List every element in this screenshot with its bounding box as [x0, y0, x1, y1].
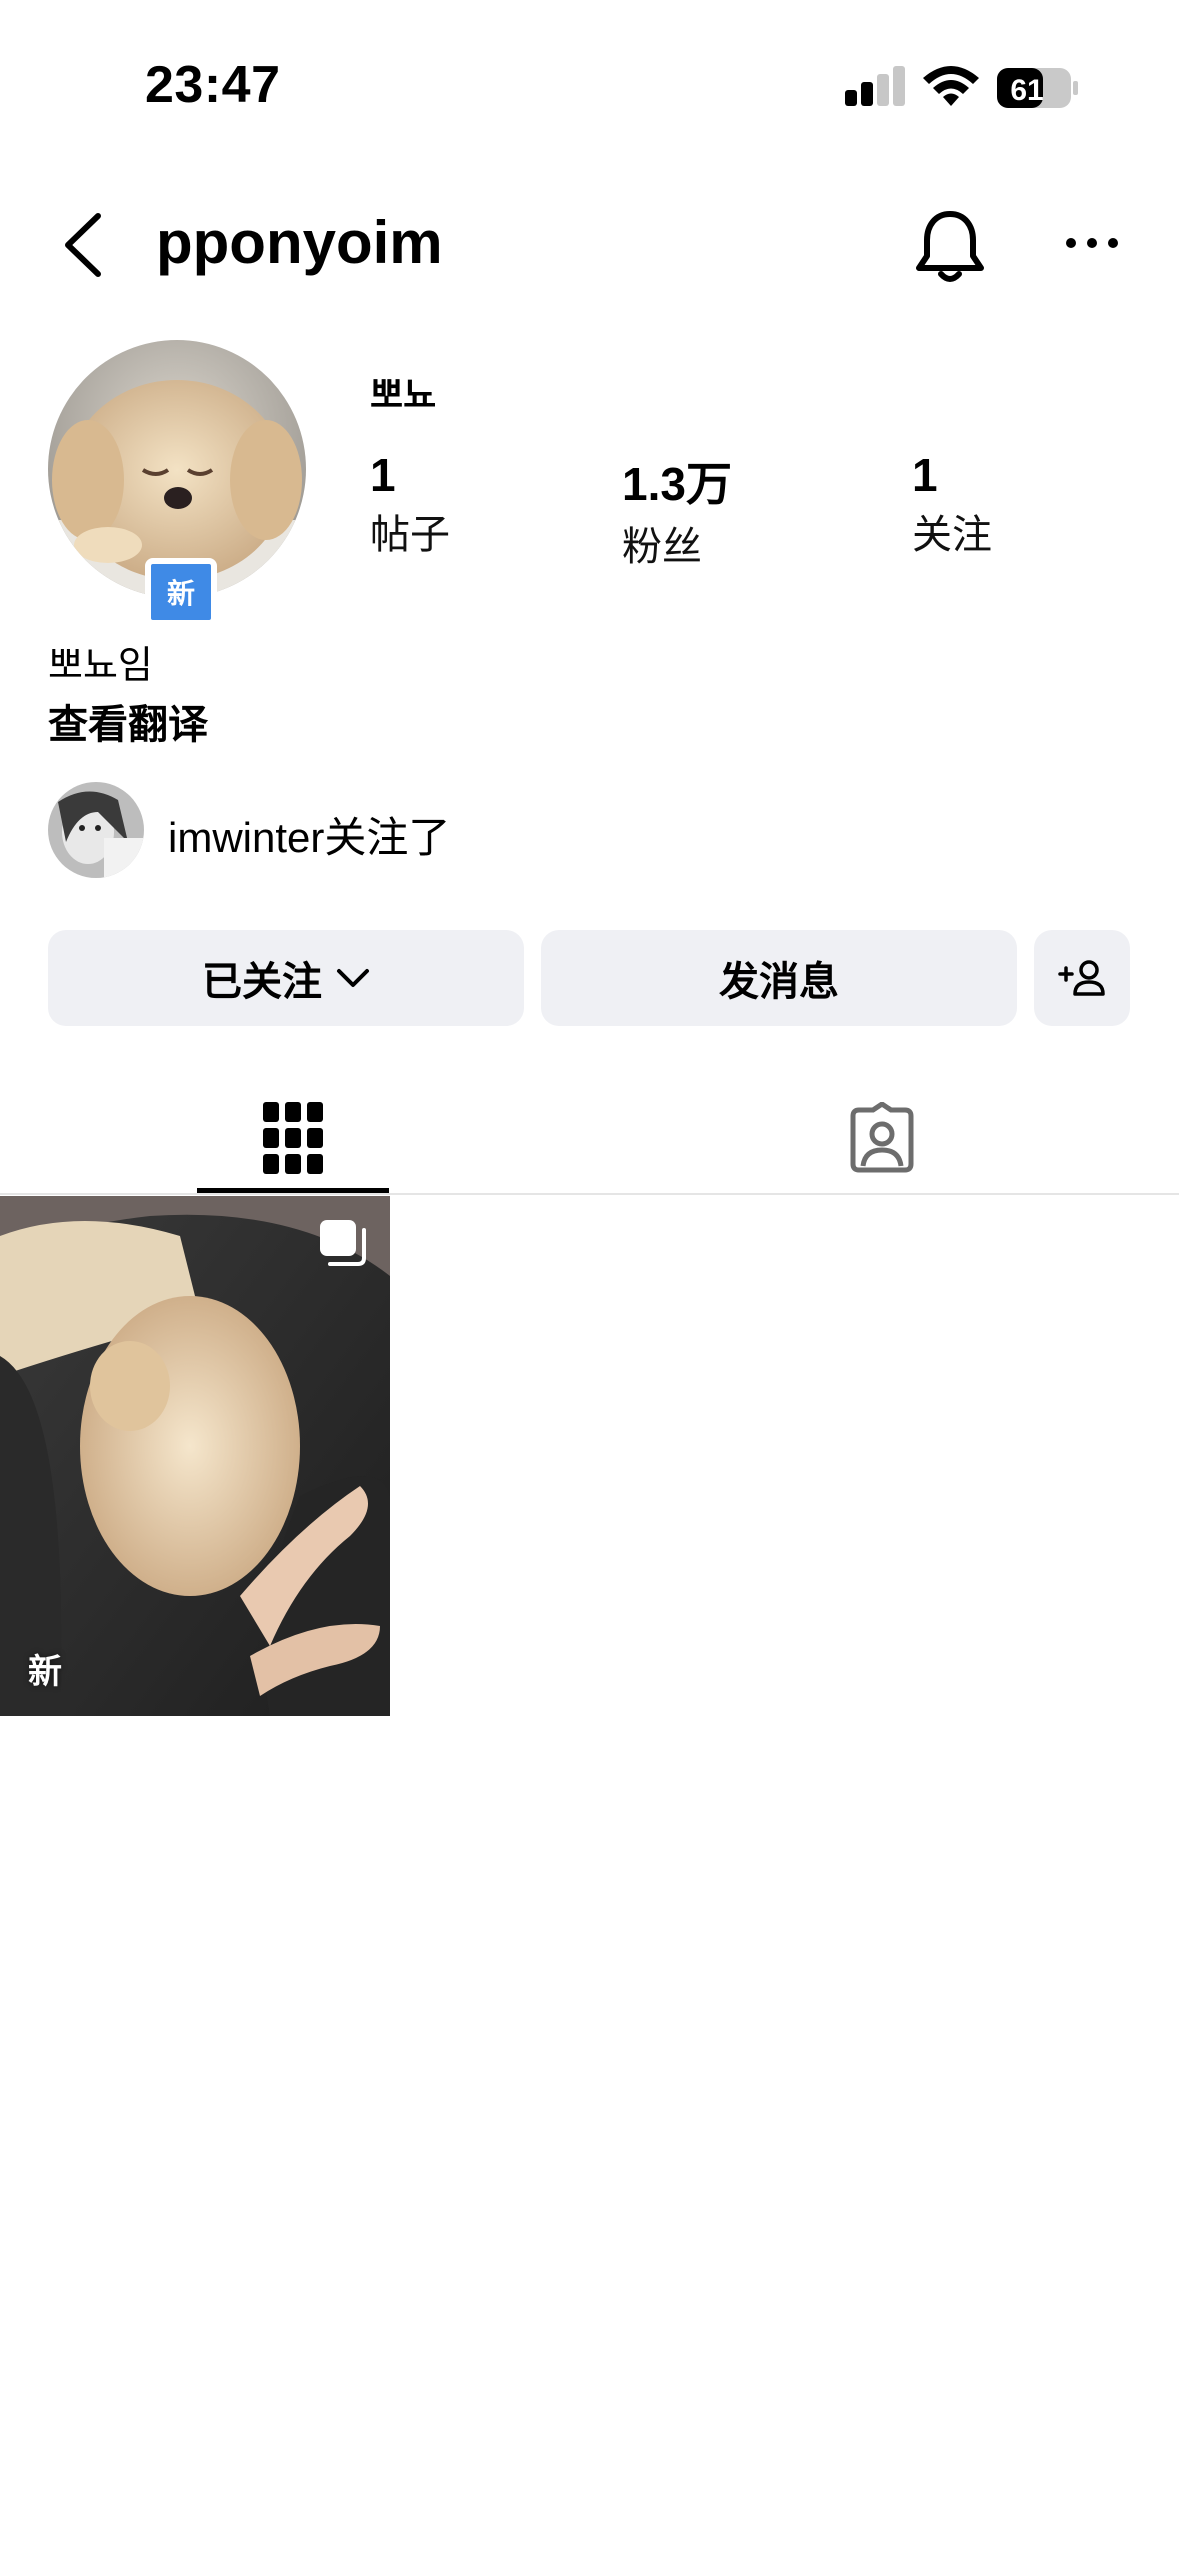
- followed-by-avatar[interactable]: [48, 782, 144, 878]
- tagged-icon: [850, 1102, 914, 1173]
- stat-following-label: 关注: [912, 512, 992, 558]
- full-name: 뽀뇨임: [48, 643, 153, 687]
- see-translation-link[interactable]: 查看翻译: [48, 692, 208, 750]
- multiple-posts-icon: [320, 1220, 366, 1266]
- stat-following[interactable]: 1 关注: [912, 448, 992, 560]
- stat-followers[interactable]: 1.3万 粉丝: [622, 448, 732, 572]
- post-image: [0, 1196, 390, 1716]
- tab-divider: [0, 1193, 1179, 1195]
- following-label: 已关注: [202, 959, 322, 1005]
- display-name: 뽀뇨: [370, 375, 437, 416]
- stat-following-value: 1: [912, 449, 938, 501]
- add-user-icon: [1058, 960, 1105, 996]
- stat-followers-value: 1.3万: [622, 458, 732, 510]
- status-time: 23:47: [145, 56, 281, 114]
- new-badge: 新: [145, 558, 217, 626]
- grid-icon: [263, 1102, 323, 1174]
- battery-level: 61: [1010, 74, 1043, 107]
- post-new-badge: 新: [28, 1652, 62, 1692]
- stat-posts-label: 帖子: [370, 512, 450, 558]
- stat-posts[interactable]: 1 帖子: [370, 448, 450, 560]
- bell-icon[interactable]: [915, 208, 985, 284]
- followed-by-avatar-image: [48, 782, 144, 878]
- cellular-signal-icon: [845, 66, 905, 106]
- message-button[interactable]: 发消息: [541, 930, 1017, 1026]
- followed-by-suffix: 关注了: [324, 813, 451, 862]
- profile-username: pponyoim: [156, 209, 443, 276]
- battery-icon: 61: [997, 68, 1078, 108]
- wifi-icon: [923, 66, 979, 106]
- following-button[interactable]: 已关注: [48, 930, 524, 1026]
- chevron-down-icon: [337, 969, 369, 987]
- message-label: 发消息: [719, 959, 839, 1005]
- tab-tagged[interactable]: [786, 1090, 978, 1186]
- followed-by-username: imwinter: [168, 814, 325, 861]
- more-icon[interactable]: [1065, 234, 1119, 252]
- post-thumbnail[interactable]: [0, 1196, 390, 1716]
- followed-by-text[interactable]: imwinter关注了: [168, 804, 450, 865]
- back-icon[interactable]: [58, 210, 110, 280]
- add-user-button[interactable]: [1034, 930, 1130, 1026]
- tab-grid[interactable]: [197, 1090, 389, 1186]
- stat-posts-value: 1: [370, 449, 396, 501]
- stat-followers-label: 粉丝: [622, 524, 702, 570]
